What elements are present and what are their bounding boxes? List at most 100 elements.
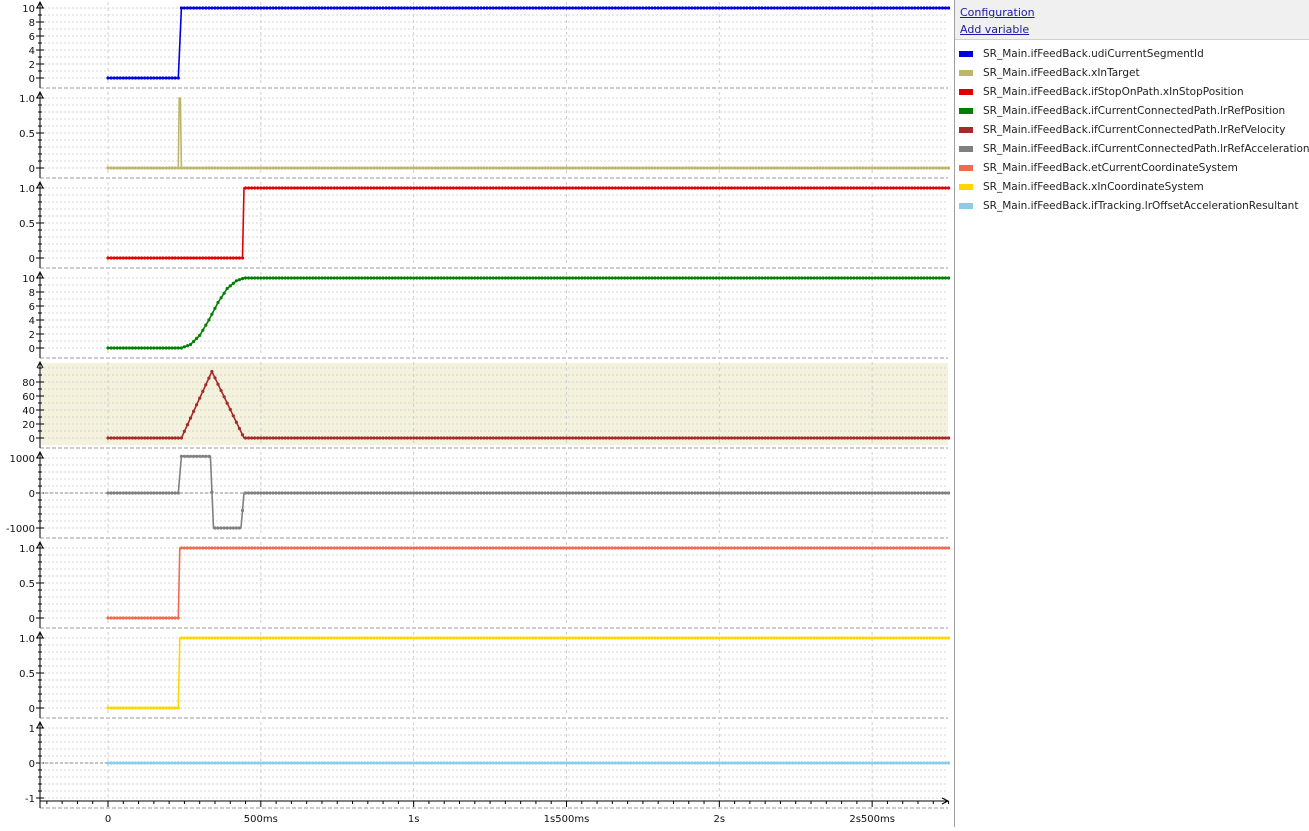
x-tick-label: 2s bbox=[714, 814, 726, 825]
sample-marker bbox=[699, 491, 703, 495]
sample-marker bbox=[690, 186, 694, 190]
sample-marker bbox=[164, 256, 168, 260]
sample-marker bbox=[185, 761, 190, 765]
sample-marker bbox=[711, 186, 715, 190]
sample-marker bbox=[788, 166, 792, 170]
sample-marker bbox=[714, 166, 718, 170]
legend-item[interactable]: SR_Main.ifFeedBack.ifCurrentConnectedPat… bbox=[959, 139, 1309, 158]
legend-color-swatch bbox=[959, 202, 973, 209]
sample-marker bbox=[836, 6, 841, 10]
sample-marker bbox=[424, 276, 428, 280]
sample-marker bbox=[626, 491, 630, 495]
sample-marker bbox=[947, 546, 951, 550]
sample-marker bbox=[332, 491, 336, 495]
sample-marker bbox=[451, 761, 455, 765]
sample-marker bbox=[742, 436, 746, 440]
sample-marker bbox=[891, 436, 896, 440]
sample-marker bbox=[806, 276, 810, 280]
sample-marker bbox=[827, 636, 832, 640]
legend-item[interactable]: SR_Main.ifFeedBack.ifTracking.lrOffsetAc… bbox=[959, 196, 1309, 215]
sample-marker bbox=[904, 276, 908, 280]
sample-marker bbox=[240, 166, 245, 170]
sample-marker bbox=[133, 436, 138, 440]
sample-marker bbox=[222, 256, 226, 260]
sample-marker bbox=[357, 436, 361, 440]
sample-marker bbox=[931, 491, 935, 495]
sample-marker bbox=[305, 166, 309, 170]
sample-marker bbox=[684, 186, 688, 190]
sample-marker bbox=[299, 6, 303, 10]
sample-marker bbox=[931, 6, 935, 10]
trace-plot-area[interactable]: 0 2 4 6 8 10 0 0.5 1.0 0 0.5 1.0 0 2 4 6 8 10 0 20 40 60 80 -10… bbox=[0, 0, 952, 827]
sample-marker bbox=[855, 6, 859, 10]
sample-marker bbox=[354, 491, 358, 495]
sample-marker bbox=[344, 491, 348, 495]
sample-marker bbox=[665, 436, 670, 440]
sample-marker bbox=[243, 186, 248, 190]
sample-marker bbox=[265, 546, 269, 550]
sample-marker bbox=[317, 166, 321, 170]
sample-marker bbox=[681, 186, 685, 190]
sample-marker bbox=[375, 186, 379, 190]
sample-marker bbox=[430, 276, 434, 280]
sample-marker bbox=[800, 491, 804, 495]
legend-item[interactable]: SR_Main.ifFeedBack.etCurrentCoordinateSy… bbox=[959, 158, 1309, 177]
sample-marker bbox=[387, 436, 391, 440]
sample-marker bbox=[412, 761, 416, 765]
sample-marker bbox=[934, 6, 938, 10]
sample-marker bbox=[671, 166, 676, 170]
sample-marker bbox=[329, 6, 333, 10]
sample-marker bbox=[424, 636, 428, 640]
trace-svg[interactable]: 024681000.51.000.51.00246810020406080-10… bbox=[0, 0, 952, 827]
legend-item[interactable]: SR_Main.ifFeedBack.ifStopOnPath.xInStopP… bbox=[959, 82, 1309, 101]
sample-marker bbox=[237, 546, 241, 550]
sample-marker bbox=[907, 166, 911, 170]
sample-marker bbox=[347, 276, 352, 280]
sample-marker bbox=[589, 761, 593, 765]
sample-marker bbox=[503, 6, 507, 10]
sample-marker bbox=[836, 436, 841, 440]
sample-marker bbox=[314, 491, 318, 495]
sample-marker bbox=[473, 436, 477, 440]
sample-marker bbox=[626, 546, 630, 550]
sample-marker bbox=[781, 546, 786, 550]
sample-marker bbox=[705, 636, 709, 640]
sample-marker bbox=[210, 761, 214, 765]
sample-marker bbox=[574, 491, 578, 495]
sample-marker bbox=[745, 491, 749, 495]
sample-marker bbox=[546, 761, 550, 765]
sample-marker bbox=[473, 186, 477, 190]
sample-marker bbox=[619, 491, 624, 495]
sample-marker bbox=[182, 761, 186, 765]
sample-marker bbox=[910, 186, 914, 190]
sample-marker bbox=[387, 166, 391, 170]
sample-marker bbox=[867, 636, 871, 640]
legend-item[interactable]: SR_Main.ifFeedBack.xInCoordinateSystem bbox=[959, 177, 1309, 196]
sample-marker bbox=[739, 436, 743, 440]
sample-marker bbox=[256, 276, 260, 280]
legend-item[interactable]: SR_Main.ifFeedBack.udiCurrentSegmentId bbox=[959, 44, 1309, 63]
legend-item[interactable]: SR_Main.ifFeedBack.ifCurrentConnectedPat… bbox=[959, 120, 1309, 139]
configuration-link[interactable]: Configuration bbox=[960, 4, 1309, 21]
sample-marker bbox=[286, 636, 290, 640]
sample-marker bbox=[937, 546, 942, 550]
add-variable-link[interactable]: Add variable bbox=[960, 21, 1309, 38]
sample-marker bbox=[347, 761, 352, 765]
sample-marker bbox=[641, 166, 645, 170]
sample-marker bbox=[647, 166, 651, 170]
sample-marker bbox=[130, 346, 135, 350]
sample-marker bbox=[234, 279, 238, 283]
legend-item[interactable]: SR_Main.ifFeedBack.ifCurrentConnectedPat… bbox=[959, 101, 1309, 120]
sample-marker bbox=[824, 166, 828, 170]
sample-marker bbox=[427, 436, 431, 440]
sample-marker bbox=[308, 436, 312, 440]
sample-marker bbox=[519, 761, 523, 765]
sample-marker bbox=[904, 186, 908, 190]
sample-marker bbox=[537, 166, 541, 170]
sample-marker bbox=[152, 491, 156, 495]
sample-marker bbox=[320, 186, 324, 190]
legend-item[interactable]: SR_Main.ifFeedBack.xInTarget bbox=[959, 63, 1309, 82]
sample-marker bbox=[494, 546, 498, 550]
sample-marker bbox=[537, 186, 541, 190]
sample-marker bbox=[421, 546, 425, 550]
